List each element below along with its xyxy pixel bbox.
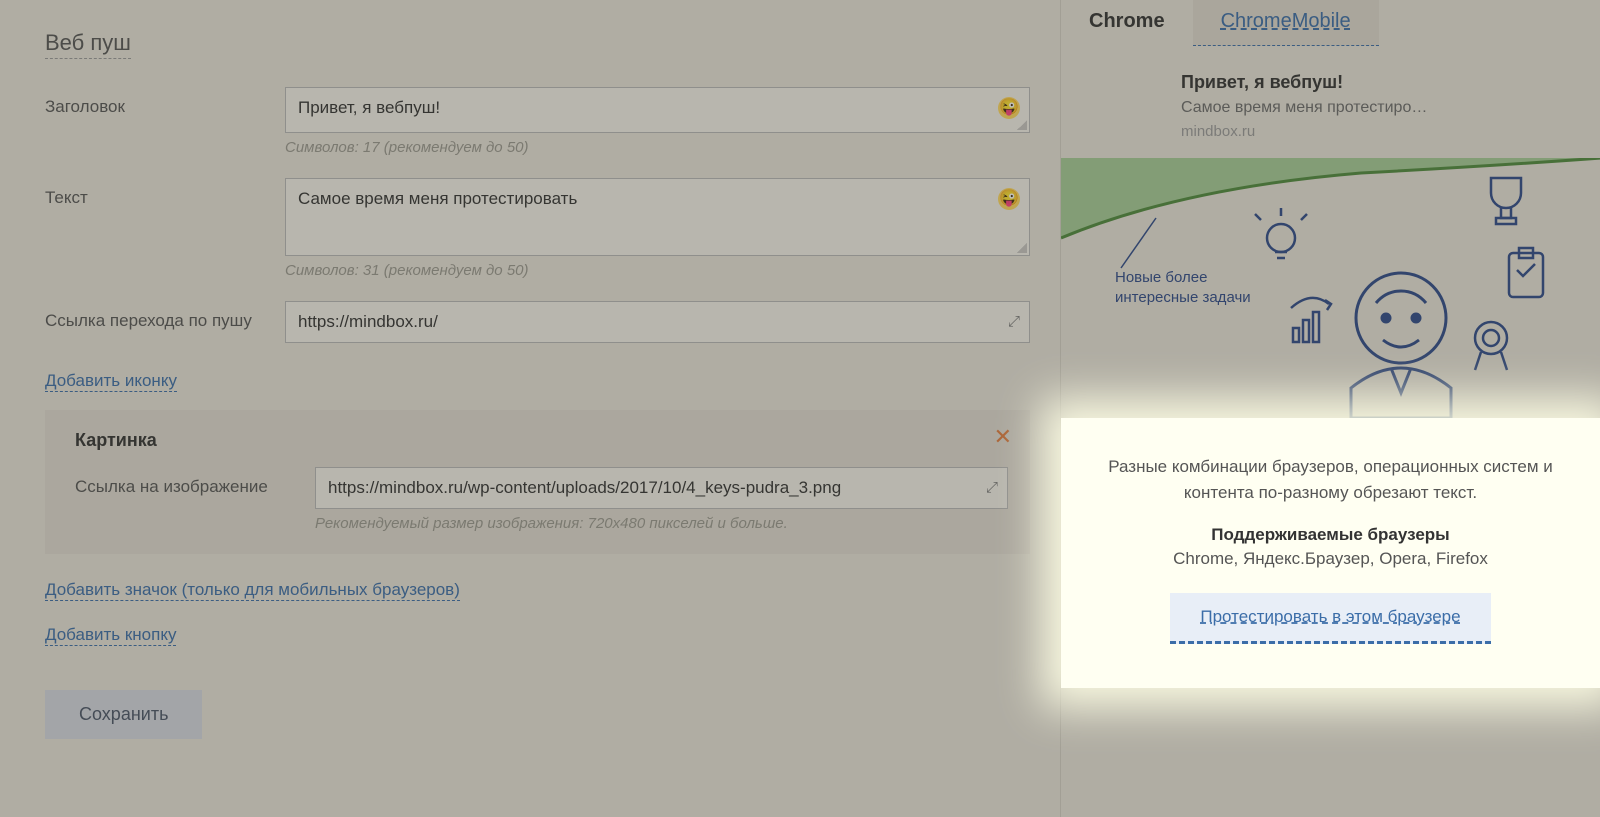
browser-info-box: Разные комбинации браузеров, операционны… [1061, 418, 1600, 688]
supported-title: Поддерживаемые браузеры [1101, 525, 1560, 545]
info-text: Разные комбинации браузеров, операционны… [1101, 454, 1560, 505]
dim-overlay [0, 0, 1600, 817]
test-browser-button[interactable]: Протестировать в этом браузере [1170, 593, 1490, 644]
supported-list: Chrome, Яндекс.Браузер, Opera, Firefox [1101, 549, 1560, 569]
